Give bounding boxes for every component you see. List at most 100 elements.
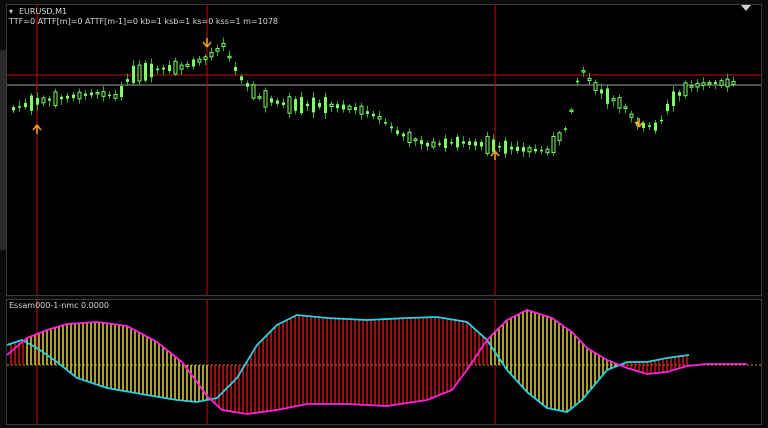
candle-body: [485, 135, 490, 154]
terminal-window: ▾ EURUSD,M1 TTF=0 ATTF[m]=0 ATTF[m-1]=0 …: [0, 0, 768, 428]
candle-body: [540, 149, 543, 152]
candle-body: [510, 146, 513, 150]
candle-body: [384, 121, 387, 124]
indicator-pane[interactable]: Essam000-1-nmc 0.0000: [6, 299, 762, 425]
candle-body: [336, 104, 339, 109]
candle-body: [396, 130, 399, 135]
candle-body: [240, 76, 243, 81]
candle-body: [504, 140, 507, 154]
candle-body: [611, 98, 616, 102]
candle-body: [689, 85, 694, 88]
candle-body: [725, 78, 730, 88]
candle-body: [450, 142, 453, 144]
candle-body: [534, 148, 537, 152]
candle-body: [66, 95, 69, 99]
candle-body: [276, 100, 279, 104]
candle-body: [522, 147, 525, 152]
price-chart-pane[interactable]: ▾ EURUSD,M1 TTF=0 ATTF[m]=0 ATTF[m-1]=0 …: [6, 4, 762, 296]
candle-body: [366, 111, 369, 114]
candle-body: [263, 90, 268, 108]
candle-body: [18, 106, 21, 108]
indicator-params: TTF=0 ATTF[m]=0 ATTF[m-1]=0 kb=1 ksb=1 k…: [9, 17, 279, 26]
candle-body: [30, 95, 33, 111]
corner-triangle-icon[interactable]: [741, 5, 751, 11]
candle-body: [426, 142, 429, 147]
candle-body: [527, 147, 532, 153]
candle-body: [95, 91, 100, 95]
candle-body: [192, 59, 195, 67]
candle-body: [60, 96, 63, 100]
candle-body: [695, 82, 700, 88]
candle-body: [617, 97, 622, 109]
candle-body: [438, 143, 441, 145]
candle-body: [197, 58, 202, 63]
candle-body: [648, 125, 651, 127]
candle-body: [101, 91, 106, 97]
candle-body: [270, 98, 273, 103]
candle-body: [185, 63, 190, 67]
candle-body: [300, 96, 303, 114]
candle-body: [137, 64, 142, 82]
candle-body: [227, 55, 232, 59]
candle-body: [144, 62, 147, 81]
candle-body: [329, 103, 334, 108]
candle-body: [215, 47, 220, 52]
candle-body: [431, 141, 436, 148]
candle-body: [444, 138, 447, 149]
price-chart-canvas: [7, 5, 761, 295]
candle-body: [156, 68, 159, 71]
down-arrow-icon: [202, 38, 212, 48]
candle-body: [714, 81, 717, 85]
indicator-title: Essam000-1-nmc 0.0000: [9, 301, 110, 310]
candle-body: [731, 80, 736, 86]
candle-body: [12, 107, 15, 111]
candle-body: [209, 51, 214, 58]
up-arrow-icon: [32, 124, 42, 134]
candle-body: [654, 122, 657, 131]
candle-body: [390, 126, 393, 129]
candle-body: [132, 65, 135, 83]
candle-body: [498, 145, 501, 148]
candle-body: [587, 77, 592, 82]
candle-body: [53, 91, 58, 107]
candle-body: [719, 80, 724, 86]
symbol-title: EURUSD,M1: [19, 7, 68, 16]
candle-body: [576, 80, 579, 83]
candle-body: [593, 82, 598, 92]
candle-body: [257, 96, 262, 99]
candle-body: [492, 139, 495, 152]
candle-body: [287, 96, 292, 114]
candle-body: [246, 83, 249, 87]
candle-body: [294, 99, 297, 111]
candle-body: [162, 67, 165, 70]
candle-body: [516, 146, 519, 151]
candle-body: [306, 103, 309, 107]
candle-body: [600, 89, 603, 94]
candle-body: [48, 98, 51, 101]
candle-body: [203, 56, 208, 61]
indicator-canvas: [7, 300, 761, 424]
candle-body: [342, 104, 345, 110]
candle-body: [581, 70, 586, 73]
candle-body: [678, 92, 681, 96]
candle-body: [108, 94, 111, 97]
candle-body: [41, 97, 46, 104]
candle-body: [221, 42, 226, 48]
candle-body: [126, 79, 129, 82]
candle-body: [168, 65, 171, 72]
candle-body: [707, 81, 712, 85]
candle-body: [701, 82, 706, 86]
menu-triangle-icon[interactable]: ▾: [9, 7, 13, 17]
candle-body: [407, 131, 412, 144]
candle-body: [462, 141, 465, 144]
candle-body: [474, 141, 477, 146]
candle-body: [413, 138, 418, 142]
candle-body: [282, 102, 285, 105]
candle-body: [377, 116, 382, 120]
candle-body: [606, 88, 609, 104]
candle-body: [347, 105, 352, 110]
candle-body: [660, 119, 663, 122]
candle-body: [90, 92, 93, 96]
candle-body: [72, 94, 75, 99]
candle-body: [666, 103, 669, 112]
